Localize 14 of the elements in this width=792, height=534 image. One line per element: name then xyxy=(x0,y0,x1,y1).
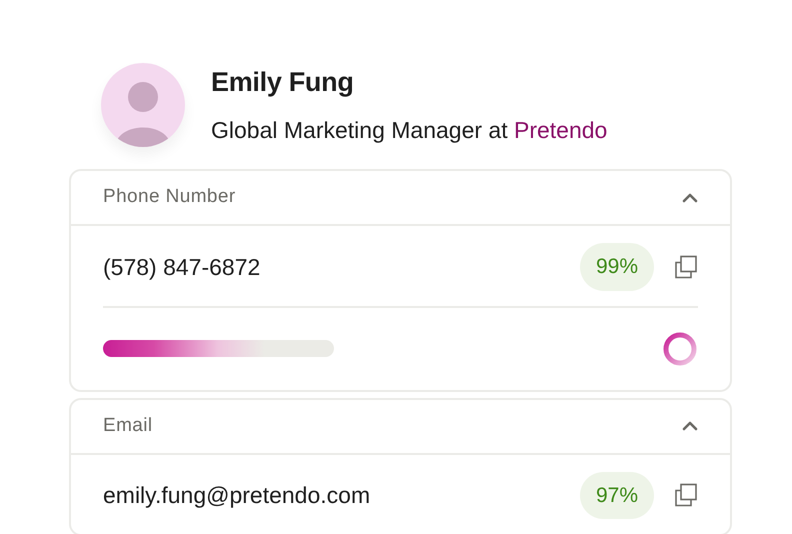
spinner-icon xyxy=(662,330,698,366)
section-label: Phone Number xyxy=(103,185,236,210)
copy-icon[interactable] xyxy=(674,254,698,279)
confidence-badge: 99% xyxy=(580,243,654,290)
field-value: (578) 847-6872 xyxy=(103,252,260,282)
copy-icon[interactable] xyxy=(674,483,698,508)
person-name: Emily Fung xyxy=(211,66,355,99)
job-title: Global Marketing Manager at Pretendo xyxy=(211,116,608,145)
chevron-up-icon[interactable] xyxy=(682,420,698,432)
confidence-badge: 97% xyxy=(580,472,654,519)
chevron-up-icon[interactable] xyxy=(682,192,698,204)
field-value: emily.fung@pretendo.com xyxy=(103,481,370,510)
company-link[interactable]: Pretendo xyxy=(514,116,608,142)
section-label: Email xyxy=(103,414,153,438)
